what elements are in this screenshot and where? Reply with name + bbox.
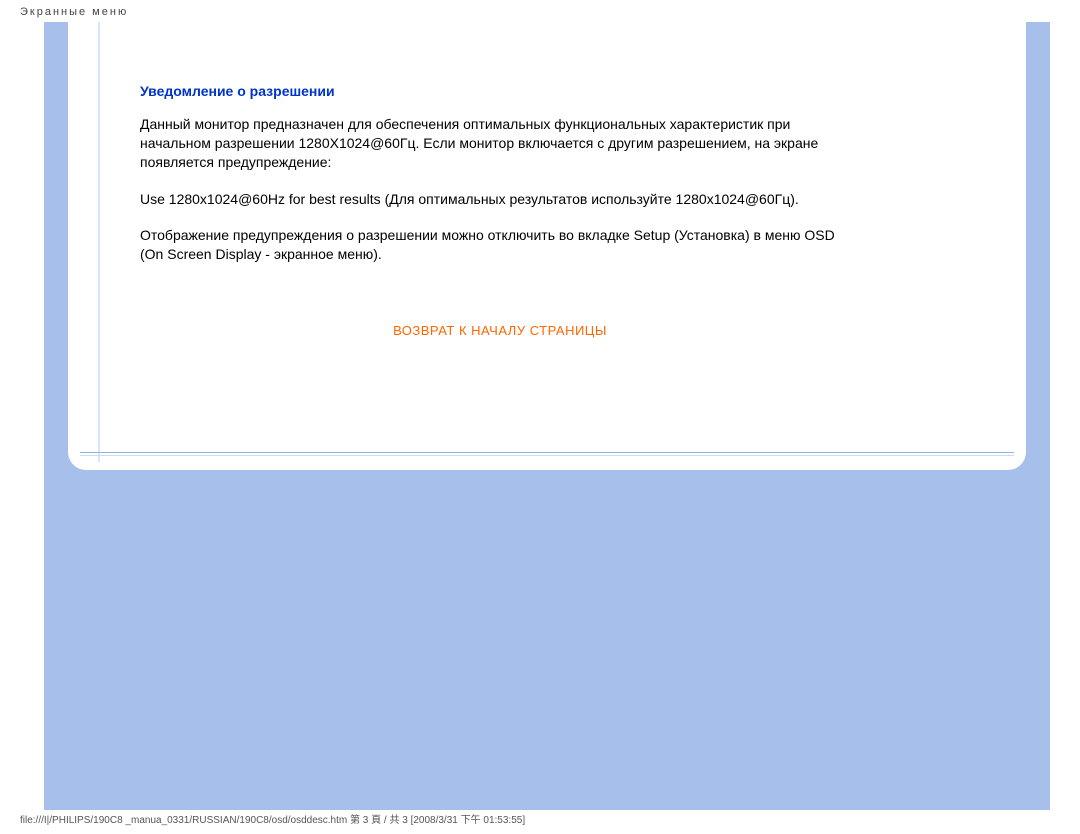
content-card: Уведомление о разрешении Данный монитор …	[68, 22, 1026, 470]
content-block: Уведомление о разрешении Данный монитор …	[100, 22, 900, 350]
return-to-top-link[interactable]: ВОЗВРАТ К НАЧАЛУ СТРАНИЦЫ	[140, 322, 860, 340]
paragraph-2: Use 1280x1024@60Hz for best results (Для…	[140, 190, 860, 209]
paragraph-3: Отображение предупреждения о разрешении …	[140, 226, 860, 264]
page-header-title: Экранные меню	[20, 6, 128, 18]
page-root: Экранные меню Уведомление о разрешении Д…	[0, 0, 1080, 834]
card-divider	[80, 452, 1014, 456]
footer-filepath: file:///I|/PHILIPS/190C8 _manua_0331/RUS…	[20, 811, 525, 826]
paragraph-1: Данный монитор предназначен для обеспече…	[140, 115, 860, 172]
section-title: Уведомление о разрешении	[140, 82, 860, 101]
content-panel: Уведомление о разрешении Данный монитор …	[98, 22, 900, 462]
background-panel: Уведомление о разрешении Данный монитор …	[44, 22, 1050, 810]
